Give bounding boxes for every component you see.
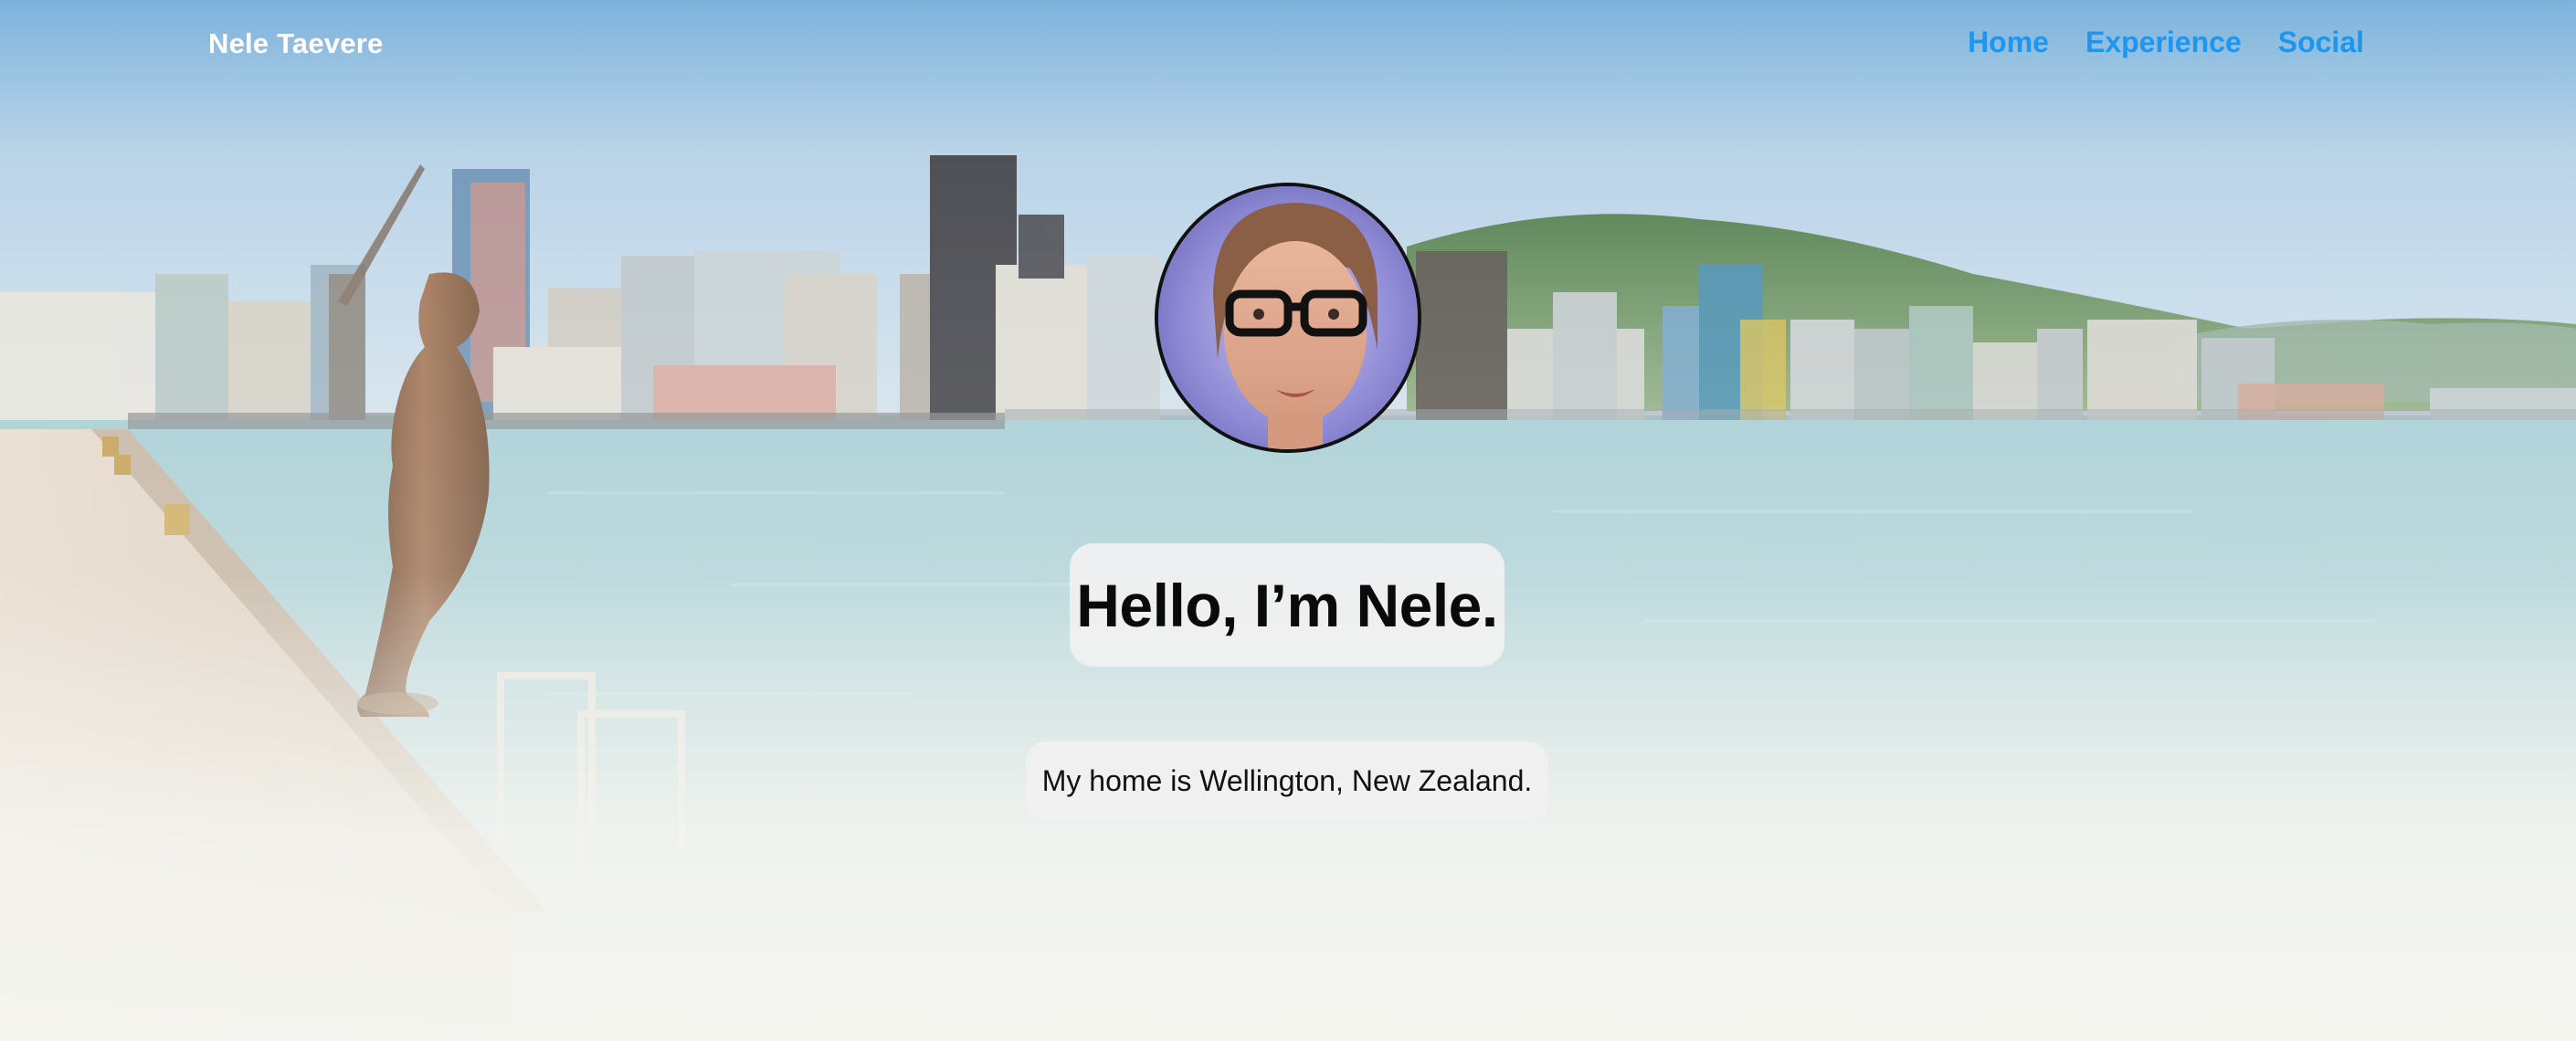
- avatar: [1155, 183, 1421, 453]
- nav-links: Home Experience Social: [1968, 26, 2364, 59]
- nav-link-experience[interactable]: Experience: [2085, 26, 2242, 59]
- subtitle-card: My home is Wellington, New Zealand.: [1026, 741, 1548, 820]
- headline-card: Hello, I’m Nele.: [1070, 543, 1504, 667]
- brand-link[interactable]: Nele Taevere: [208, 27, 383, 60]
- hero-section: Nele Taevere Home Experience Social Hell…: [0, 0, 2576, 1041]
- page-title: Hello, I’m Nele.: [1076, 571, 1498, 639]
- nav-link-home[interactable]: Home: [1968, 26, 2049, 59]
- top-navbar: Nele Taevere Home Experience Social: [0, 0, 2576, 91]
- hero-background-image: [0, 0, 2576, 1041]
- nav-link-social[interactable]: Social: [2278, 26, 2364, 59]
- profile-photo-icon: [1158, 186, 1418, 449]
- location-text: My home is Wellington, New Zealand.: [1041, 763, 1533, 797]
